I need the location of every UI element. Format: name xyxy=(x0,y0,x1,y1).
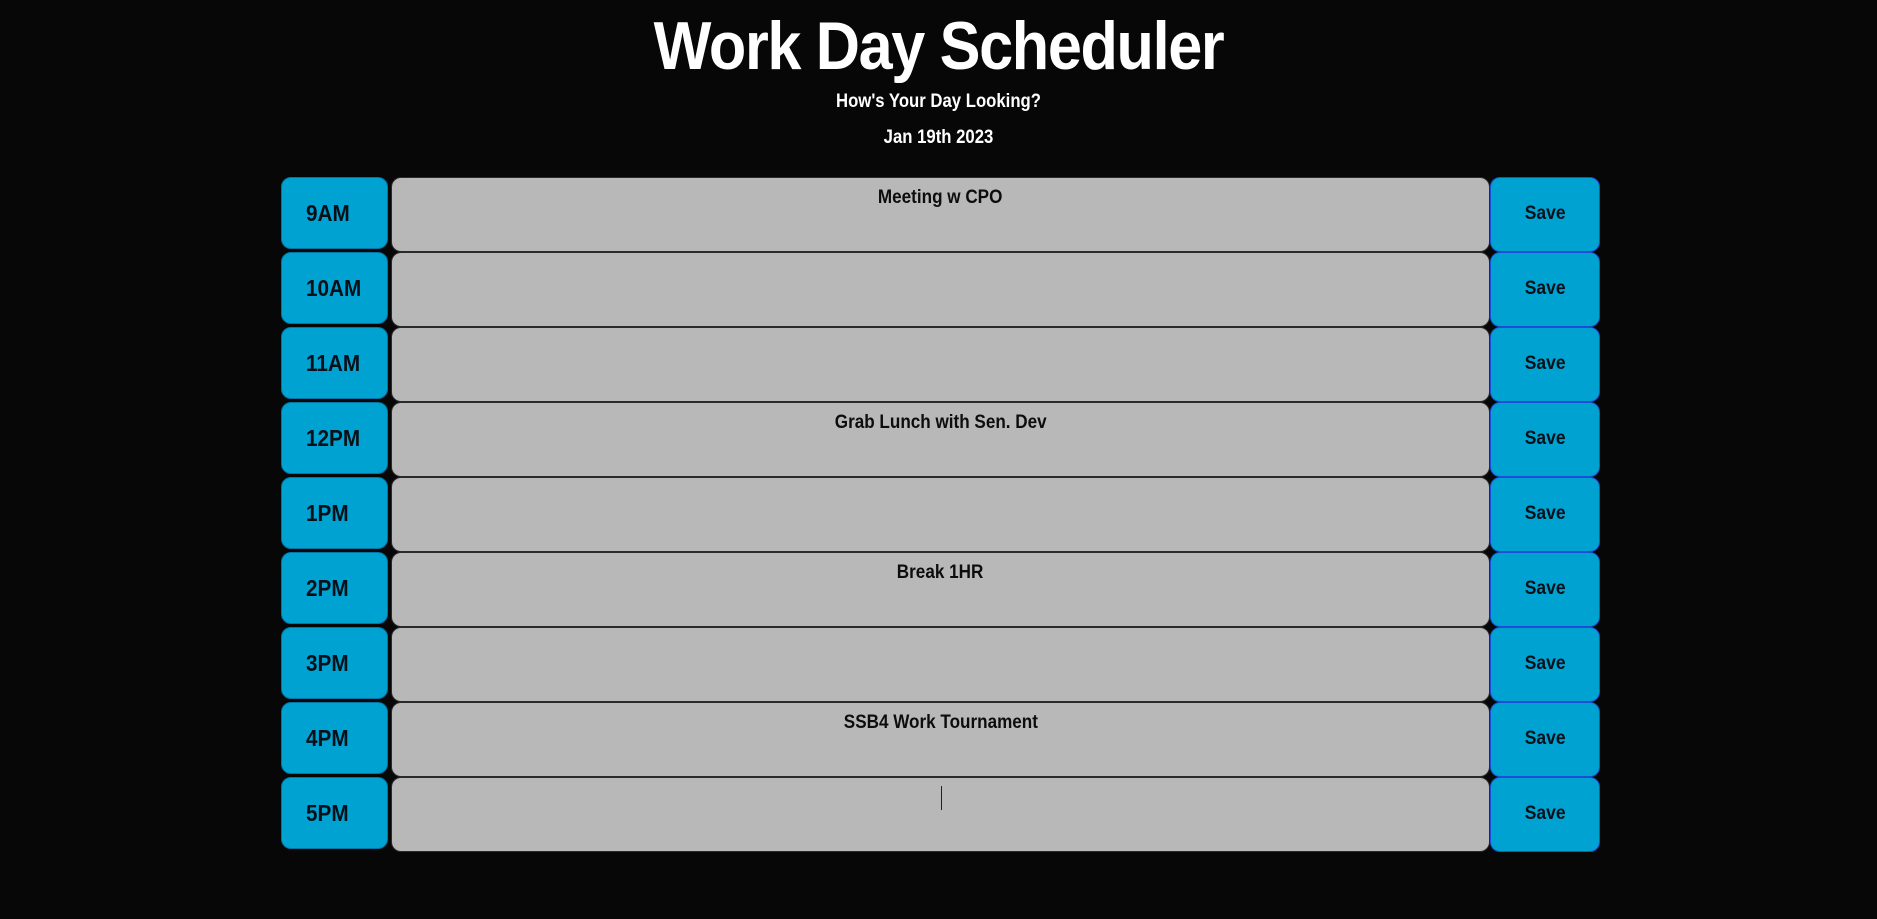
time-block-1pm: 1PM Save xyxy=(281,477,1601,552)
hour-text: 9AM xyxy=(306,199,350,226)
time-block-3pm: 3PM Save xyxy=(281,627,1601,702)
time-block-9am: 9AM Meeting w CPO Save xyxy=(281,177,1601,252)
task-input[interactable] xyxy=(391,477,1490,552)
save-label: Save xyxy=(1524,652,1566,674)
save-button[interactable]: Save xyxy=(1490,777,1600,852)
task-text: Meeting w CPO xyxy=(878,187,1003,208)
save-label: Save xyxy=(1524,802,1566,824)
save-label: Save xyxy=(1524,577,1566,599)
hour-text: 4PM xyxy=(306,724,349,751)
hour-label: 4PM xyxy=(281,702,388,774)
hour-label: 11AM xyxy=(281,327,388,399)
save-label: Save xyxy=(1524,727,1566,749)
save-label: Save xyxy=(1524,502,1566,524)
task-input[interactable]: Grab Lunch with Sen. Dev xyxy=(391,402,1490,477)
task-text: Break 1HR xyxy=(897,562,984,583)
save-button[interactable]: Save xyxy=(1490,327,1600,402)
time-block-12pm: 12PM Grab Lunch with Sen. Dev Save xyxy=(281,402,1601,477)
task-text: Grab Lunch with Sen. Dev xyxy=(834,412,1047,433)
save-button[interactable]: Save xyxy=(1490,177,1600,252)
task-text: SSB4 Work Tournament xyxy=(843,712,1038,733)
hour-label: 5PM xyxy=(281,777,388,849)
save-label: Save xyxy=(1524,427,1566,449)
time-block-11am: 11AM Save xyxy=(281,327,1601,402)
text-caret xyxy=(941,786,942,810)
save-button[interactable]: Save xyxy=(1490,702,1600,777)
task-input[interactable] xyxy=(391,252,1490,327)
hour-label: 2PM xyxy=(281,552,388,624)
task-input[interactable]: Break 1HR xyxy=(391,552,1490,627)
task-input[interactable] xyxy=(391,627,1490,702)
save-button[interactable]: Save xyxy=(1490,477,1600,552)
hour-text: 10AM xyxy=(306,274,362,301)
page-header: Work Day Scheduler How's Your Day Lookin… xyxy=(0,0,1877,170)
save-button[interactable]: Save xyxy=(1490,627,1600,702)
schedule-container: 9AM Meeting w CPO Save 10AM Save 11AM Sa… xyxy=(281,177,1601,852)
time-block-5pm: 5PM Save xyxy=(281,777,1601,852)
hour-label: 1PM xyxy=(281,477,388,549)
current-date: Jan 19th 2023 xyxy=(883,127,994,148)
hour-text: 2PM xyxy=(306,574,349,601)
page-subtitle: How's Your Day Looking? xyxy=(836,91,1041,112)
hour-label: 12PM xyxy=(281,402,388,474)
hour-label: 9AM xyxy=(281,177,388,249)
task-input[interactable] xyxy=(391,327,1490,402)
page-title: Work Day Scheduler xyxy=(653,8,1225,84)
hour-text: 3PM xyxy=(306,649,349,676)
time-block-4pm: 4PM SSB4 Work Tournament Save xyxy=(281,702,1601,777)
save-label: Save xyxy=(1524,352,1566,374)
task-input[interactable] xyxy=(391,777,1490,852)
save-button[interactable]: Save xyxy=(1490,552,1600,627)
hour-label: 3PM xyxy=(281,627,388,699)
hour-text: 5PM xyxy=(306,799,349,826)
hour-label: 10AM xyxy=(281,252,388,324)
time-block-2pm: 2PM Break 1HR Save xyxy=(281,552,1601,627)
hour-text: 12PM xyxy=(306,424,361,451)
hour-text: 1PM xyxy=(306,499,349,526)
save-button[interactable]: Save xyxy=(1490,402,1600,477)
hour-text: 11AM xyxy=(306,349,361,376)
save-label: Save xyxy=(1524,202,1566,224)
save-label: Save xyxy=(1524,277,1566,299)
time-block-10am: 10AM Save xyxy=(281,252,1601,327)
save-button[interactable]: Save xyxy=(1490,252,1600,327)
task-input[interactable]: Meeting w CPO xyxy=(391,177,1490,252)
task-input[interactable]: SSB4 Work Tournament xyxy=(391,702,1490,777)
